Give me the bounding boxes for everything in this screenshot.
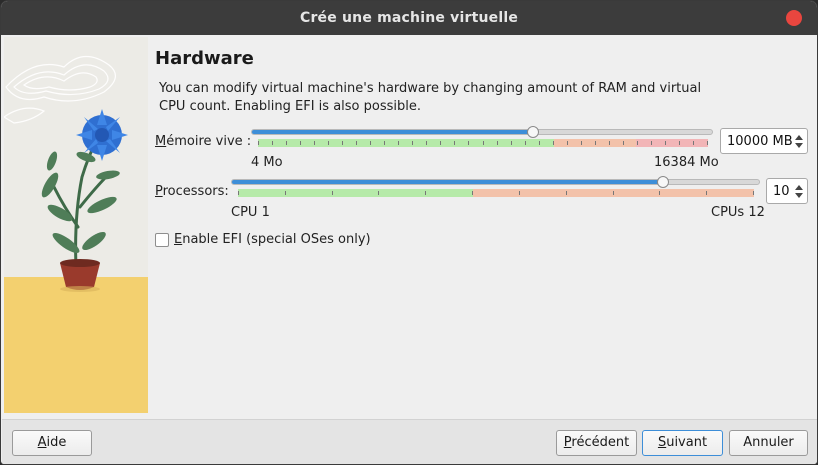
processors-tick: [706, 191, 707, 195]
cancel-button[interactable]: Annuler: [729, 430, 808, 456]
memory-tick: [258, 141, 259, 145]
memory-tick: [511, 141, 512, 145]
processors-slider-handle[interactable]: [657, 176, 669, 188]
processors-slider-fill: [232, 180, 663, 184]
next-label: uivant: [666, 435, 708, 450]
memory-tick: [272, 141, 273, 145]
processors-spinbox[interactable]: 10: [766, 178, 808, 204]
processors-tick: [566, 191, 567, 195]
memory-slider-handle[interactable]: [527, 126, 539, 138]
efi-label[interactable]: Enable EFI (special OSes only): [174, 232, 371, 247]
memory-tick: [567, 141, 568, 145]
close-icon[interactable]: [786, 10, 802, 26]
processors-stepper[interactable]: [793, 179, 807, 203]
memory-tick: [454, 141, 455, 145]
processors-tick: [659, 191, 660, 195]
processors-zone-bar: [238, 189, 754, 197]
memory-tick: [581, 141, 582, 145]
memory-tick: [384, 141, 385, 145]
button-bar: Aide Précédent Suivant Annuler: [2, 419, 817, 464]
processors-tick: [238, 191, 239, 195]
processors-tick: [378, 191, 379, 195]
page-description: You can modify virtual machine's hardwar…: [159, 81, 702, 114]
memory-tick: [412, 141, 413, 145]
memory-tick: [525, 141, 526, 145]
memory-tick: [679, 141, 680, 145]
memory-tick: [468, 141, 469, 145]
memory-tick: [483, 141, 484, 145]
processors-label: Processors:: [155, 184, 229, 199]
memory-zone-ok: [258, 139, 554, 147]
processors-label-mnemonic: P: [155, 184, 163, 199]
memory-tick: [693, 141, 694, 145]
next-mnemonic: S: [657, 435, 667, 450]
processors-tick: [753, 191, 754, 195]
window-title: Crée une machine virtuelle: [299, 10, 519, 26]
memory-zone-danger: [636, 139, 708, 147]
memory-tick: [707, 141, 708, 145]
memory-max-label: 16384 Mo: [654, 155, 719, 170]
memory-tick: [665, 141, 666, 145]
memory-tick: [637, 141, 638, 145]
processors-zone-ok: [238, 189, 473, 197]
efi-label-text: nable EFI (special OSes only): [182, 232, 371, 247]
back-label: récédent: [571, 435, 630, 450]
help-mnemonic: A: [37, 435, 47, 450]
memory-tick: [300, 141, 301, 145]
plant-illustration-image: [4, 37, 148, 413]
processors-tick: [519, 191, 520, 195]
efi-checkbox[interactable]: [155, 233, 169, 247]
memory-tick: [314, 141, 315, 145]
processors-min-label: CPU 1: [231, 205, 270, 220]
memory-tick: [426, 141, 427, 145]
memory-tick: [370, 141, 371, 145]
wizard-content: Hardware You can modify virtual machine'…: [2, 35, 817, 419]
memory-tick: [595, 141, 596, 145]
processors-tick: [613, 191, 614, 195]
processors-tick: [332, 191, 333, 195]
memory-tick: [497, 141, 498, 145]
memory-tick: [440, 141, 441, 145]
processors-decrease-icon[interactable]: [795, 193, 803, 198]
help-label: ide: [46, 435, 67, 450]
next-button[interactable]: Suivant: [642, 430, 723, 456]
back-button[interactable]: Précédent: [556, 430, 637, 456]
efi-label-mnemonic: E: [174, 232, 183, 247]
memory-increase-icon[interactable]: [795, 135, 803, 140]
memory-tick: [328, 141, 329, 145]
memory-zone-bar: [258, 139, 708, 147]
processors-max-label: CPUs 12: [711, 205, 765, 220]
processors-slider[interactable]: [231, 176, 760, 188]
memory-tick: [356, 141, 357, 145]
processors-value[interactable]: 10: [773, 184, 790, 199]
memory-tick: [609, 141, 610, 145]
processors-tick: [425, 191, 426, 195]
memory-slider[interactable]: [251, 126, 713, 138]
memory-tick: [553, 141, 554, 145]
memory-spinbox[interactable]: 10000 MB: [720, 128, 808, 154]
memory-tick: [539, 141, 540, 145]
memory-value[interactable]: 10000 MB: [727, 134, 793, 149]
wizard-illustration: [4, 37, 148, 413]
dialog-window: Crée une machine virtuelle Hardware You …: [0, 0, 818, 465]
help-button[interactable]: Aide: [12, 430, 92, 456]
memory-stepper[interactable]: [793, 129, 807, 153]
memory-min-label: 4 Mo: [251, 155, 283, 170]
processors-increase-icon[interactable]: [795, 185, 803, 190]
memory-tick: [651, 141, 652, 145]
page-title: Hardware: [155, 48, 254, 69]
memory-decrease-icon[interactable]: [795, 143, 803, 148]
memory-slider-fill: [252, 130, 533, 134]
processors-label-text: rocessors:: [162, 184, 229, 199]
title-bar[interactable]: Crée une machine virtuelle: [1, 1, 817, 35]
memory-tick: [286, 141, 287, 145]
memory-tick: [398, 141, 399, 145]
memory-tick: [623, 141, 624, 145]
memory-label: Mémoire vive :: [155, 134, 251, 149]
processors-tick: [472, 191, 473, 195]
memory-tick: [342, 141, 343, 145]
processors-tick: [285, 191, 286, 195]
memory-label-text: émoire vive :: [166, 134, 252, 149]
memory-label-mnemonic: M: [155, 134, 167, 149]
